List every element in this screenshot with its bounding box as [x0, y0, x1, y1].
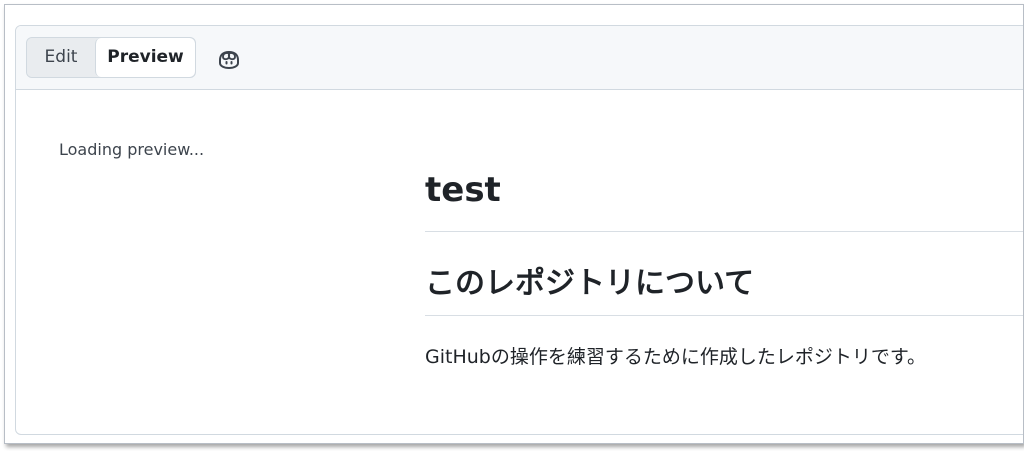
- copilot-icon[interactable]: [216, 47, 242, 71]
- loading-indicator: Loading preview...: [59, 140, 205, 159]
- rendered-markdown: test このレポジトリについて GitHubの操作を練習するために作成したレポ…: [425, 162, 1023, 376]
- editor-toolbar: Edit Preview: [16, 26, 1023, 90]
- markdown-heading-2: このレポジトリについて: [425, 252, 1023, 316]
- copilot-icon-graphic: [219, 50, 239, 70]
- tab-edit[interactable]: Edit: [27, 38, 95, 77]
- markdown-editor: Edit Preview Loading preview... test このレ…: [15, 25, 1023, 435]
- edit-preview-tabs: Edit Preview: [26, 37, 196, 78]
- preview-pane: Loading preview... test このレポジトリについて GitH…: [16, 90, 1023, 434]
- markdown-heading-1: test: [425, 162, 1023, 232]
- markdown-paragraph: GitHubの操作を練習するために作成したレポジトリです。: [425, 346, 926, 368]
- screenshot: Edit Preview Loading preview... test このレ…: [0, 0, 1024, 451]
- window-frame: Edit Preview Loading preview... test このレ…: [4, 4, 1024, 444]
- tab-preview[interactable]: Preview: [95, 38, 195, 77]
